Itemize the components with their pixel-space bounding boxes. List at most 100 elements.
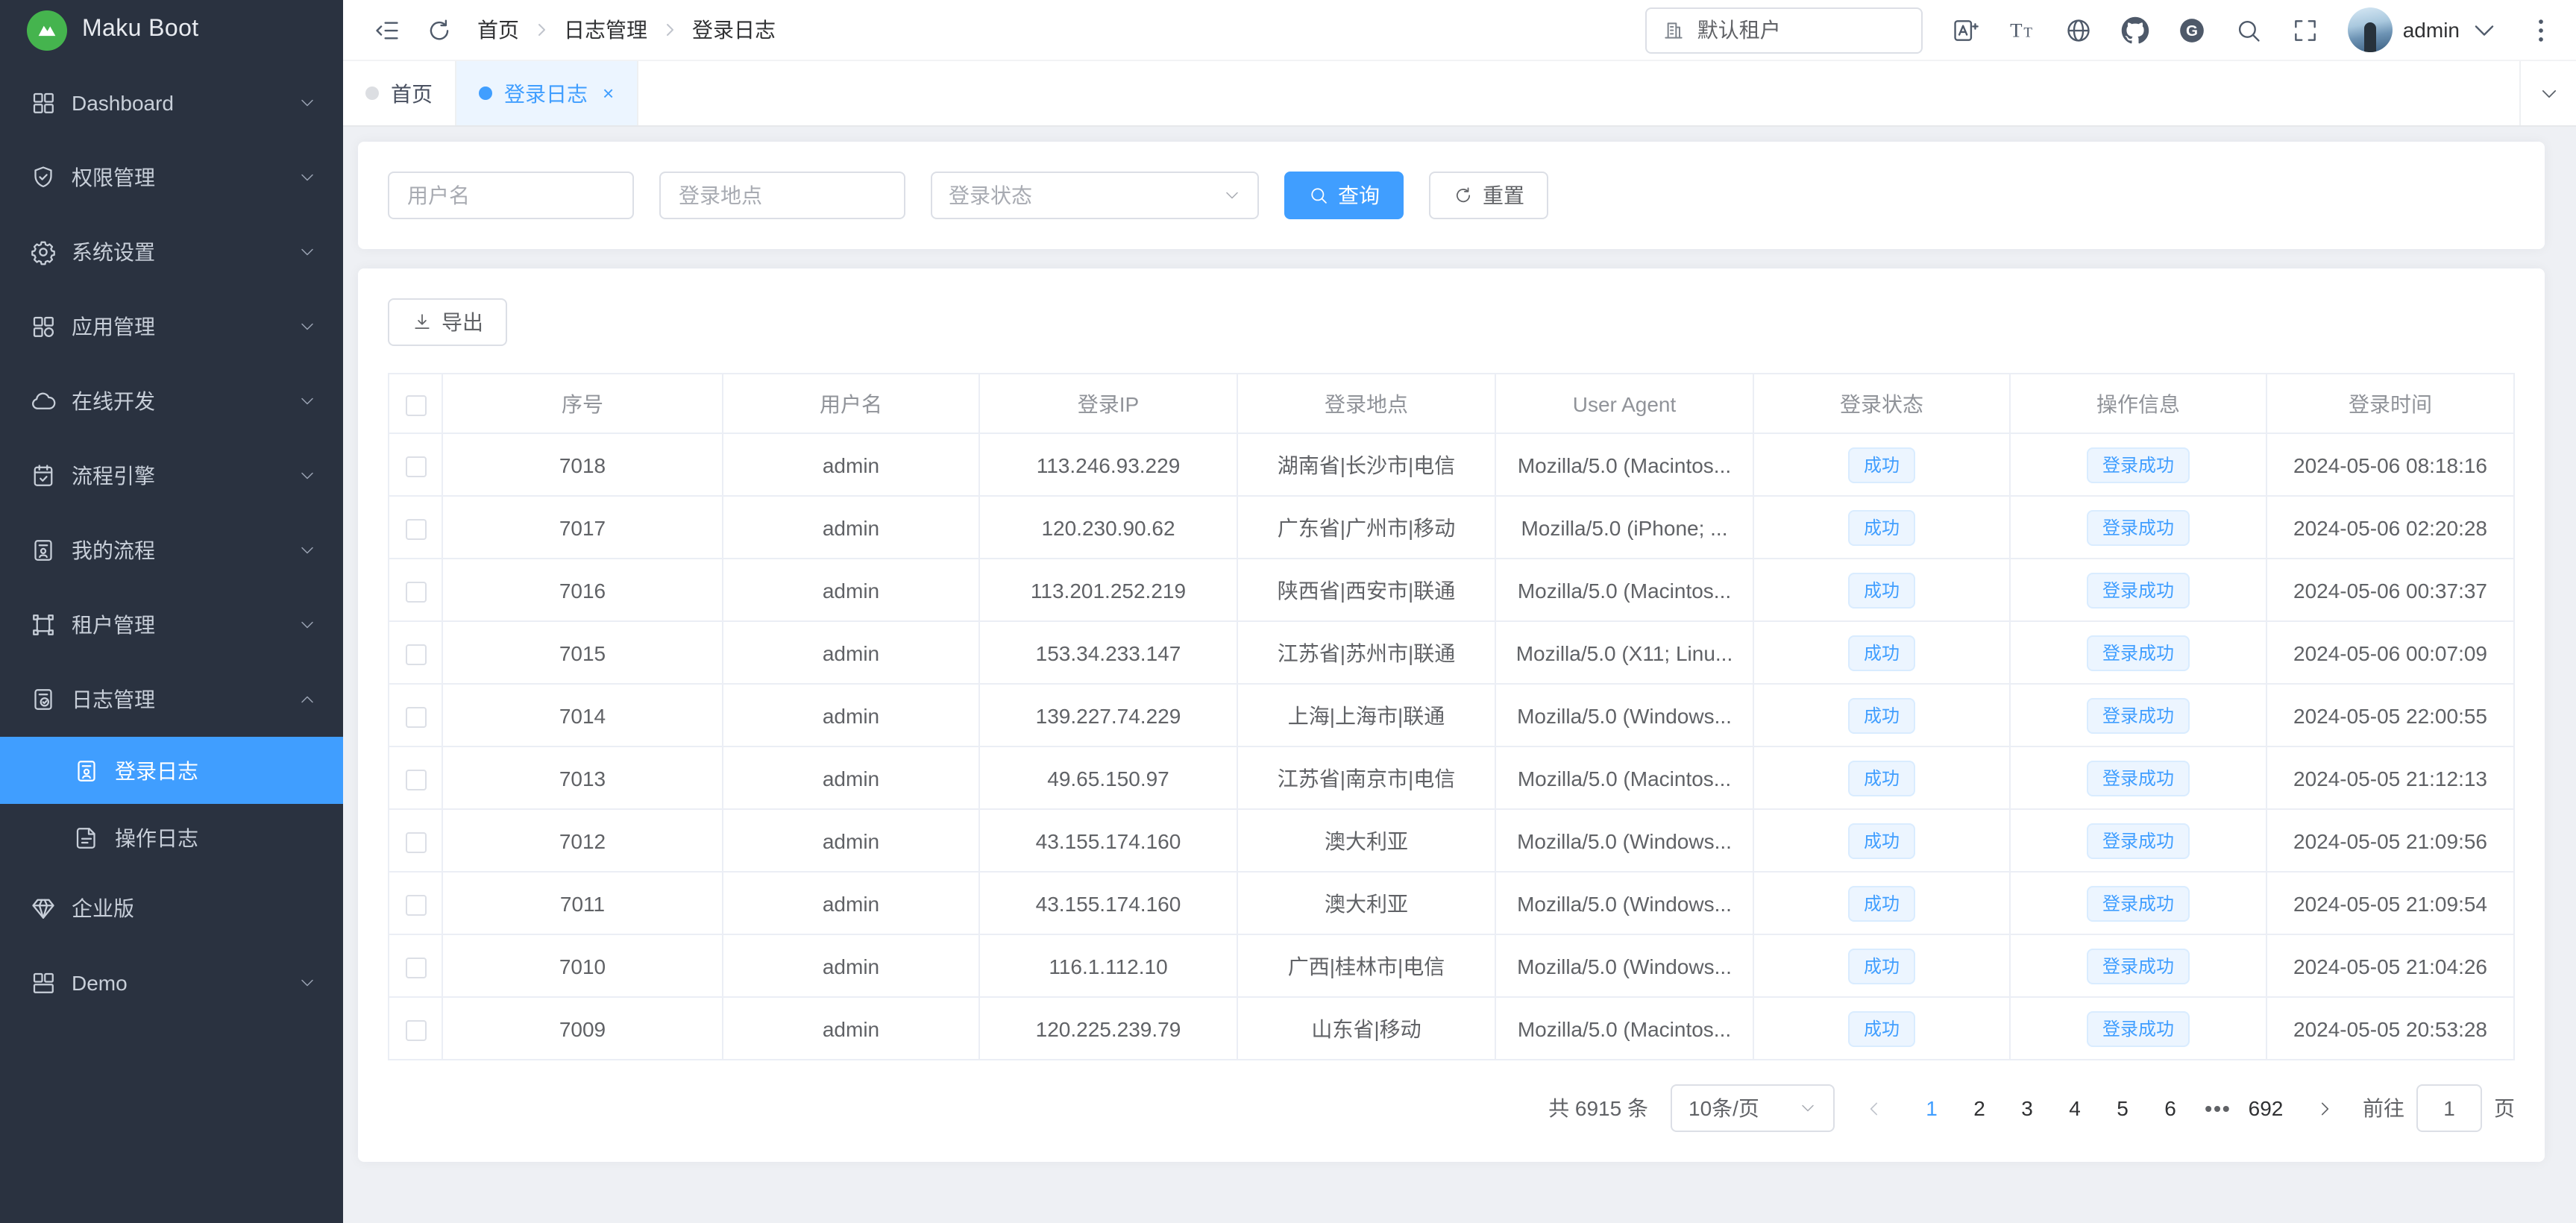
row-checkbox[interactable] bbox=[405, 831, 426, 852]
cell-operation: 登录成功 bbox=[2010, 934, 2266, 997]
row-checkbox[interactable] bbox=[405, 1019, 426, 1040]
font-size-icon[interactable]: TT bbox=[2008, 16, 2036, 44]
search-button[interactable]: 查询 bbox=[1284, 172, 1404, 219]
gitee-icon[interactable]: G bbox=[2178, 16, 2206, 44]
status-badge: 成功 bbox=[1849, 885, 1914, 921]
cell-operation: 登录成功 bbox=[2010, 872, 2266, 934]
app-logo[interactable]: Maku Boot bbox=[0, 0, 343, 60]
prev-page-button[interactable] bbox=[1857, 1087, 1890, 1129]
page-number[interactable]: 5 bbox=[2103, 1087, 2142, 1129]
tabs-dropdown[interactable] bbox=[2519, 61, 2576, 125]
sidebar-item-4[interactable]: 应用管理 bbox=[0, 289, 343, 364]
page-number[interactable]: 1 bbox=[1912, 1087, 1951, 1129]
cell-status: 成功 bbox=[1753, 872, 2010, 934]
tab-2[interactable]: 登录日志× bbox=[456, 61, 638, 125]
row-select-cell bbox=[389, 496, 442, 559]
apps-grid-icon bbox=[30, 313, 57, 340]
tab-label: 首页 bbox=[391, 78, 433, 108]
sidebar-item-2[interactable]: 权限管理 bbox=[0, 140, 343, 215]
sidebar-item-5[interactable]: 在线开发 bbox=[0, 364, 343, 438]
select-all-checkbox[interactable] bbox=[405, 394, 426, 415]
table-row[interactable]: 7016admin113.201.252.219陕西省|西安市|联通Mozill… bbox=[389, 559, 2514, 621]
github-icon[interactable] bbox=[2121, 16, 2149, 44]
username-input[interactable] bbox=[388, 172, 634, 219]
page-number[interactable]: 6 bbox=[2151, 1087, 2190, 1129]
table-row[interactable]: 7018admin113.246.93.229湖南省|长沙市|电信Mozilla… bbox=[389, 433, 2514, 496]
login-status-select[interactable]: 登录状态 bbox=[931, 172, 1259, 219]
page-number[interactable]: 692 bbox=[2246, 1087, 2285, 1129]
sidebar-item-6[interactable]: 流程引擎 bbox=[0, 438, 343, 513]
sidebar-item-10[interactable]: 企业版 bbox=[0, 871, 343, 946]
operation-badge: 登录成功 bbox=[2087, 885, 2189, 921]
cell-id: 7014 bbox=[442, 684, 723, 746]
tenant-select[interactable]: 默认租户 bbox=[1645, 7, 1923, 53]
cell-status: 成功 bbox=[1753, 496, 2010, 559]
cloud-icon bbox=[30, 388, 57, 415]
next-page-button[interactable] bbox=[2308, 1087, 2340, 1129]
table-row[interactable]: 7012admin43.155.174.160澳大利亚Mozilla/5.0 (… bbox=[389, 809, 2514, 872]
sidebar-item-8[interactable]: 租户管理 bbox=[0, 588, 343, 662]
sidebar-item-1[interactable]: Dashboard bbox=[0, 66, 343, 140]
kebab-menu-icon[interactable] bbox=[2527, 16, 2555, 44]
row-checkbox[interactable] bbox=[405, 894, 426, 915]
sidebar: Maku Boot Dashboard权限管理系统设置应用管理在线开发流程引擎我… bbox=[0, 0, 343, 1223]
jump-page-input[interactable] bbox=[2416, 1084, 2482, 1132]
user-menu[interactable]: admin bbox=[2348, 7, 2498, 52]
tab-1[interactable]: 首页 bbox=[343, 61, 456, 125]
table-row[interactable]: 7014admin139.227.74.229上海|上海市|联通Mozilla/… bbox=[389, 684, 2514, 746]
reset-button[interactable]: 重置 bbox=[1429, 172, 1548, 219]
cell-operation: 登录成功 bbox=[2010, 809, 2266, 872]
row-checkbox[interactable] bbox=[405, 957, 426, 978]
svg-text:T: T bbox=[2023, 25, 2032, 40]
export-button[interactable]: 导出 bbox=[388, 298, 507, 346]
select-all-header-cell bbox=[389, 374, 442, 433]
page-size-select[interactable]: 10条/页 bbox=[1671, 1084, 1835, 1132]
row-select-cell bbox=[389, 684, 442, 746]
cell-location: 山东省|移动 bbox=[1237, 997, 1495, 1060]
breadcrumb-item[interactable]: 首页 bbox=[477, 15, 519, 45]
breadcrumb-item[interactable]: 日志管理 bbox=[564, 15, 647, 45]
cell-user: admin bbox=[723, 559, 979, 621]
table-row[interactable]: 7015admin153.34.233.147江苏省|苏州市|联通Mozilla… bbox=[389, 621, 2514, 684]
building-icon bbox=[1662, 18, 1686, 42]
cell-time: 2024-05-05 20:53:28 bbox=[2266, 997, 2514, 1060]
sidebar-item-3[interactable]: 系统设置 bbox=[0, 215, 343, 289]
row-checkbox[interactable] bbox=[405, 456, 426, 477]
table-row[interactable]: 7009admin120.225.239.79山东省|移动Mozilla/5.0… bbox=[389, 997, 2514, 1060]
table-panel: 导出 序号用户名登录IP登录地点User Agent登录状态操作信息登录时间 7… bbox=[358, 268, 2545, 1162]
row-checkbox[interactable] bbox=[405, 706, 426, 727]
login-location-input[interactable] bbox=[659, 172, 905, 219]
sidebar-item-label: 应用管理 bbox=[72, 312, 298, 342]
sidebar-item-11[interactable]: Demo bbox=[0, 946, 343, 1020]
page-number[interactable]: 2 bbox=[1960, 1087, 1999, 1129]
row-checkbox[interactable] bbox=[405, 769, 426, 790]
fullscreen-icon[interactable] bbox=[2291, 16, 2319, 44]
sidebar-subitem-1[interactable]: 登录日志 bbox=[0, 737, 343, 804]
locale-icon[interactable] bbox=[1951, 16, 1979, 44]
tab-dot bbox=[365, 87, 379, 100]
table-row[interactable]: 7013admin49.65.150.97江苏省|南京市|电信Mozilla/5… bbox=[389, 746, 2514, 809]
collapse-sidebar-icon[interactable] bbox=[373, 16, 401, 44]
cell-ip: 116.1.112.10 bbox=[979, 934, 1237, 997]
page-number[interactable]: 3 bbox=[2008, 1087, 2046, 1129]
tab-close-icon[interactable]: × bbox=[603, 84, 614, 103]
page-number[interactable]: 4 bbox=[2055, 1087, 2094, 1129]
page-numbers: 123456•••692 bbox=[1912, 1087, 2285, 1129]
avatar bbox=[2348, 7, 2393, 52]
cell-operation: 登录成功 bbox=[2010, 621, 2266, 684]
sidebar-item-7[interactable]: 我的流程 bbox=[0, 513, 343, 588]
table-row[interactable]: 7011admin43.155.174.160澳大利亚Mozilla/5.0 (… bbox=[389, 872, 2514, 934]
search-icon[interactable] bbox=[2234, 16, 2263, 44]
sidebar-item-9[interactable]: 日志管理 bbox=[0, 662, 343, 737]
row-checkbox[interactable] bbox=[405, 581, 426, 602]
app-window: Maku Boot Dashboard权限管理系统设置应用管理在线开发流程引擎我… bbox=[0, 0, 2576, 1223]
status-badge: 成功 bbox=[1849, 572, 1914, 608]
refresh-icon[interactable] bbox=[425, 16, 453, 44]
table-row[interactable]: 7017admin120.230.90.62广东省|广州市|移动Mozilla/… bbox=[389, 496, 2514, 559]
table-row[interactable]: 7010admin116.1.112.10广西|桂林市|电信Mozilla/5.… bbox=[389, 934, 2514, 997]
sidebar-subitem-2[interactable]: 操作日志 bbox=[0, 804, 343, 871]
globe-icon[interactable] bbox=[2064, 16, 2093, 44]
row-checkbox[interactable] bbox=[405, 644, 426, 664]
row-checkbox[interactable] bbox=[405, 518, 426, 539]
operation-badge: 登录成功 bbox=[2087, 948, 2189, 984]
